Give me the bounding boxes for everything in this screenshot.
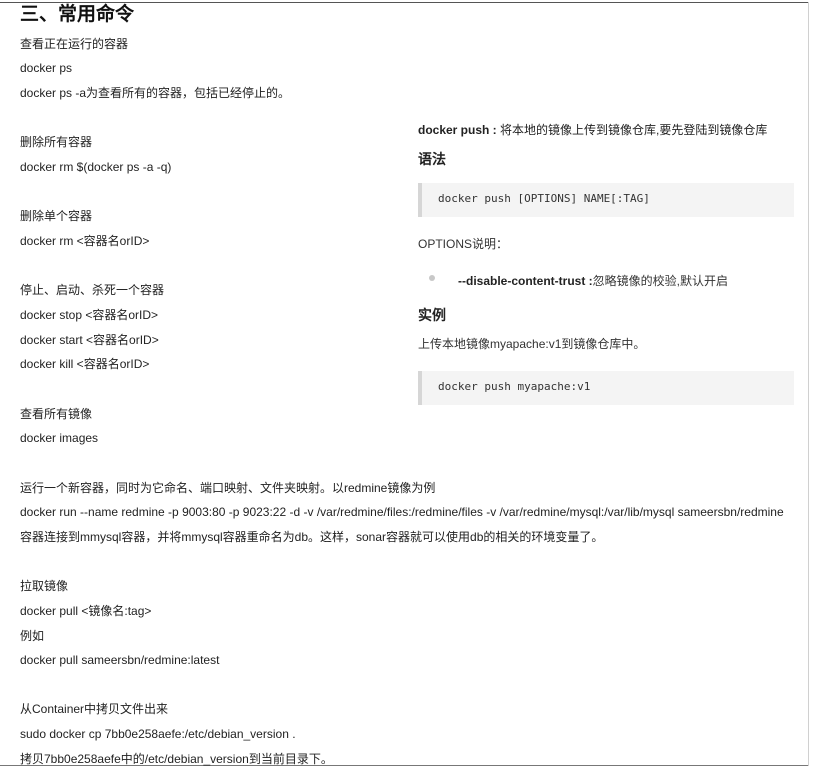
options-label: OPTIONS说明： — [418, 237, 509, 251]
cmd-docker-stop: docker stop <容器名orID> — [20, 308, 159, 322]
docker-push-intro: docker push : 将本地的镜像上传到镜像仓库,要先登陆到镜像仓库 — [418, 122, 767, 138]
text-view-running: 查看正在运行的容器 — [20, 37, 129, 51]
cmd-docker-rm-all: docker rm $(docker ps -a -q) — [20, 160, 172, 174]
example-code-block: docker push myapache:v1 — [418, 371, 794, 405]
text-link-mysql: 容器连接到mmysql容器，并将mmysql容器重命名为db。这样，sonar容… — [20, 530, 604, 544]
example-text: 上传本地镜像myapache:v1到镜像仓库中。 — [418, 337, 646, 351]
syntax-code-block: docker push [OPTIONS] NAME[:TAG] — [418, 183, 794, 217]
cmd-docker-start: docker start <容器名orID> — [20, 333, 159, 347]
text-run-new-container: 运行一个新容器，同时为它命名、端口映射、文件夹映射。以redmine镜像为例 — [20, 481, 436, 495]
right-border — [808, 2, 809, 766]
cmd-docker-kill: docker kill <容器名orID> — [20, 357, 150, 371]
cmd-docker-pull: docker pull <镜像名:tag> — [20, 604, 152, 618]
cmd-docker-rm-one: docker rm <容器名orID> — [20, 234, 150, 248]
text-view-images: 查看所有镜像 — [20, 407, 93, 421]
text-copy-description: 拷贝7bb0e258aefe中的/etc/debian_version到当前目录… — [20, 752, 333, 766]
section-title: 三、常用命令 — [20, 4, 135, 25]
syntax-code: docker push [OPTIONS] NAME[:TAG] — [438, 192, 650, 205]
text-example: 例如 — [20, 629, 45, 643]
docker-push-panel: docker push : 将本地的镜像上传到镜像仓库,要先登陆到镜像仓库 语法… — [412, 118, 794, 414]
text-copy-from-container: 从Container中拷贝文件出来 — [20, 702, 169, 716]
cmd-docker-pull-example: docker pull sameersbn/redmine:latest — [20, 653, 220, 667]
syntax-heading: 语法 — [418, 151, 446, 167]
cmd-docker-images: docker images — [20, 431, 99, 445]
cmd-docker-cp: sudo docker cp 7bb0e258aefe:/etc/debian_… — [20, 727, 296, 741]
docker-push-command: docker push : — [418, 123, 497, 137]
docker-push-description: 将本地的镜像上传到镜像仓库,要先登陆到镜像仓库 — [496, 123, 768, 137]
text-remove-all: 删除所有容器 — [20, 135, 93, 149]
example-heading: 实例 — [418, 307, 446, 323]
bullet-dot — [429, 275, 435, 281]
text-stop-start-kill: 停止、启动、杀死一个容器 — [20, 283, 165, 297]
cmd-docker-ps: docker ps — [20, 61, 73, 75]
text-pull-image: 拉取镜像 — [20, 579, 69, 593]
option-description: 忽略镜像的校验,默认开启 — [592, 274, 729, 288]
cmd-docker-run: docker run --name redmine -p 9003:80 -p … — [20, 505, 784, 519]
text-remove-one: 删除单个容器 — [20, 209, 93, 223]
option-item: --disable-content-trust :忽略镜像的校验,默认开启 — [458, 273, 728, 289]
option-flag: --disable-content-trust : — [458, 274, 593, 288]
text-docker-ps-a: docker ps -a为查看所有的容器，包括已经停止的。 — [20, 86, 291, 100]
example-code: docker push myapache:v1 — [438, 380, 591, 393]
